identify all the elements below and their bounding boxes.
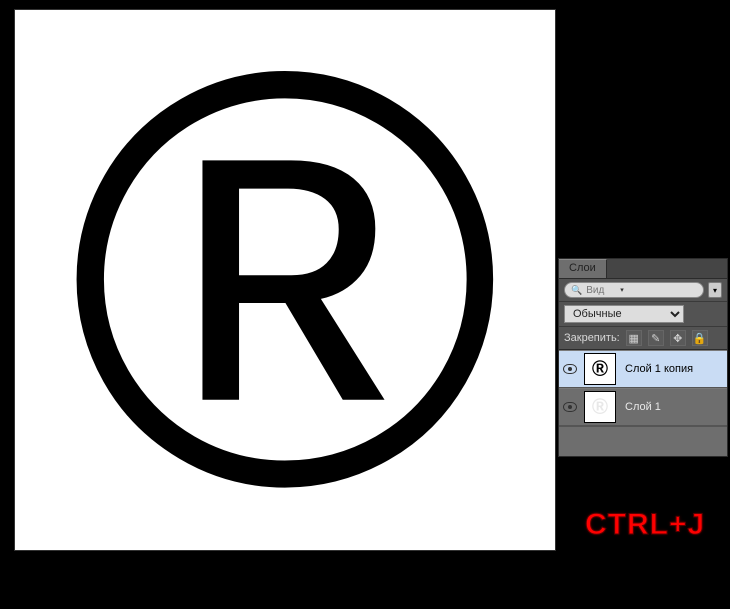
lock-move-icon[interactable]: ✥ (670, 330, 686, 346)
layer-name[interactable]: Слой 1 (625, 401, 661, 413)
lock-icons: ▦ ✎ ✥ 🔒 (626, 330, 708, 346)
search-input[interactable] (586, 285, 616, 296)
lock-pixels-icon[interactable]: ▦ (626, 330, 642, 346)
blend-mode-select[interactable]: Обычные (564, 305, 684, 323)
lock-row: Закрепить: ▦ ✎ ✥ 🔒 (559, 327, 727, 350)
visibility-toggle[interactable] (559, 402, 581, 412)
lock-label: Закрепить: (564, 332, 620, 344)
search-icon: 🔍 (571, 285, 582, 296)
registered-symbol: ® (68, 0, 503, 575)
blend-mode-row: Обычные (559, 302, 727, 327)
layers-empty-area[interactable] (559, 426, 727, 456)
shortcut-annotation: CTRL+J (585, 508, 705, 542)
layer-row[interactable]: ® Слой 1 копия (559, 350, 727, 388)
layer-row[interactable]: ® Слой 1 (559, 388, 727, 426)
filter-dropdown-button[interactable]: ▾ (708, 282, 722, 298)
chevron-down-icon[interactable]: ▾ (620, 286, 624, 294)
lock-all-icon[interactable]: 🔒 (692, 330, 708, 346)
layer-name[interactable]: Слой 1 копия (625, 363, 693, 375)
search-box: 🔍 ▾ (564, 282, 704, 298)
lock-brush-icon[interactable]: ✎ (648, 330, 664, 346)
eye-icon (563, 402, 577, 412)
layers-list: ® Слой 1 копия ® Слой 1 (559, 350, 727, 456)
layer-thumbnail[interactable]: ® (585, 392, 615, 422)
visibility-toggle[interactable] (559, 364, 581, 374)
chevron-down-icon: ▾ (713, 286, 717, 295)
eye-icon (563, 364, 577, 374)
layers-panel: Слои 🔍 ▾ ▾ Обычные Закрепить: ▦ ✎ ✥ 🔒 ® … (558, 258, 728, 457)
tab-layers[interactable]: Слои (559, 259, 607, 278)
panel-tab-bar: Слои (559, 259, 727, 279)
canvas[interactable]: ® (15, 10, 555, 550)
layer-thumbnail[interactable]: ® (585, 354, 615, 384)
layer-filter-row: 🔍 ▾ ▾ (559, 279, 727, 302)
